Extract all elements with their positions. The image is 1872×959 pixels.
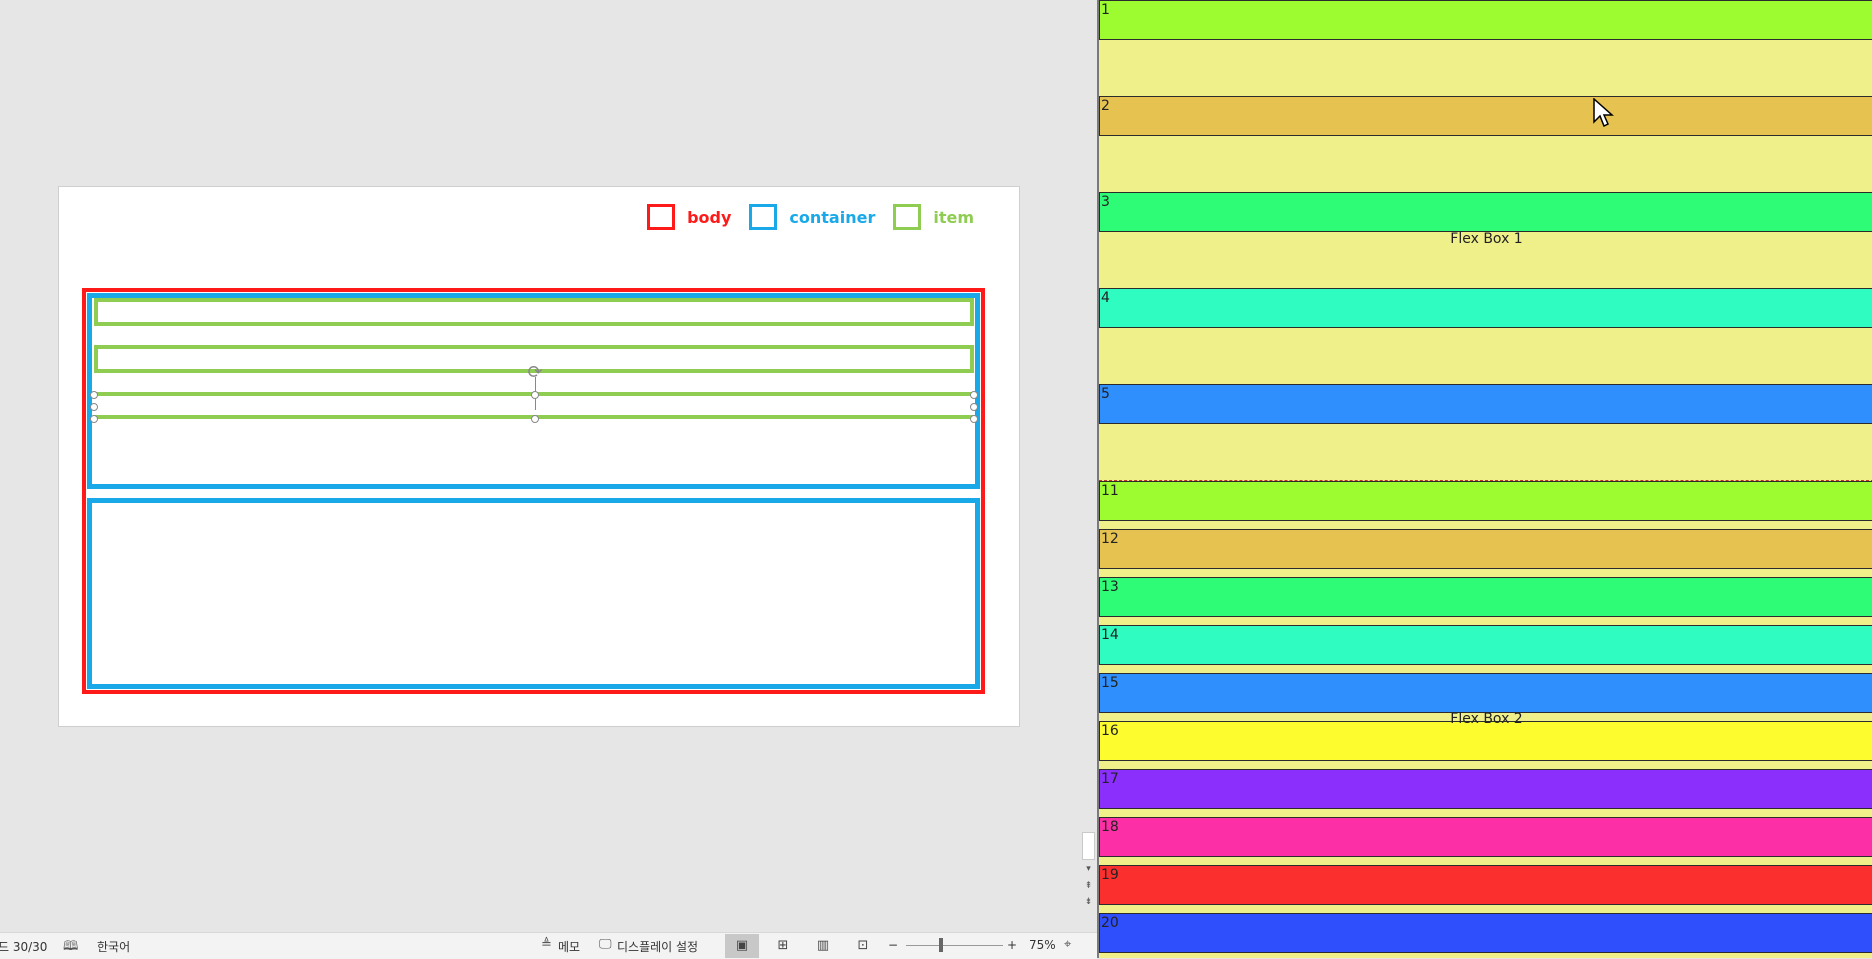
flex-item-15: 15 <box>1099 673 1872 713</box>
resize-handle-br[interactable] <box>970 415 978 423</box>
flex-box-1: 1 2 3 Flex Box 1 4 5 <box>1099 0 1872 481</box>
container-shape-1[interactable]: ⟳ <box>87 293 980 489</box>
notes-icon[interactable]: ≜ <box>541 937 552 952</box>
flex-item-17: 17 <box>1099 769 1872 809</box>
scrollbar-thumb[interactable] <box>1082 832 1095 860</box>
flex-item-number: 4 <box>1101 290 1110 306</box>
flex-box-2: 11 12 13 14 15 16 Flex Box 2 17 18 19 20 <box>1099 481 1872 958</box>
flex-item-number: 14 <box>1101 627 1119 643</box>
flex-item-3: 3 <box>1099 192 1872 232</box>
resize-handle-tl[interactable] <box>90 391 98 399</box>
resize-handle-mr[interactable] <box>970 403 978 411</box>
legend-label-container: container <box>789 207 876 227</box>
flex-item-number: 12 <box>1101 531 1119 547</box>
legend-swatch-body <box>647 204 676 230</box>
prev-slide-icon[interactable]: ⇞ <box>1080 878 1097 892</box>
flex-item-number: 20 <box>1101 915 1119 931</box>
flex-item-19: 19 <box>1099 865 1872 905</box>
flex-item-number: 19 <box>1101 867 1119 883</box>
flex-item-14: 14 <box>1099 625 1872 665</box>
reading-view-icon[interactable]: ▥ <box>806 934 840 958</box>
legend-swatch-container <box>749 204 778 230</box>
zoom-slider-track[interactable] <box>906 945 1003 946</box>
zoom-level[interactable]: 75% <box>1029 938 1056 952</box>
legend-label-body: body <box>687 207 732 227</box>
zoom-in-button[interactable]: + <box>1007 938 1017 952</box>
display-settings-icon[interactable]: 🖵 <box>599 937 612 952</box>
slide-sorter-view-icon[interactable]: ⊞ <box>766 934 800 958</box>
status-bar: 드 30/30 🕮 한국어 ≜ 메모 🖵 디스플레이 설정 ▣ ⊞ ▥ ⊡ − … <box>0 932 1097 959</box>
flex-item-4: 4 <box>1099 288 1872 328</box>
language-indicator[interactable]: 한국어 <box>97 938 130 955</box>
legend-item-container: container <box>749 204 875 230</box>
flex-item-number: 5 <box>1101 386 1110 402</box>
mouse-pointer-icon <box>1593 98 1614 128</box>
notes-button[interactable]: 메모 <box>558 938 580 955</box>
slide-canvas[interactable]: body container item ⟳ <box>59 187 1019 726</box>
flex-item-5: 5 <box>1099 384 1872 424</box>
vertical-scrollbar[interactable]: ▾ ⇞ ⇟ <box>1080 0 1097 930</box>
body-shape[interactable]: ⟳ <box>82 288 985 694</box>
flex-item-number: 3 <box>1101 194 1110 210</box>
resize-handle-tc[interactable] <box>531 391 539 399</box>
display-settings-button[interactable]: 디스플레이 설정 <box>617 938 698 955</box>
zoom-slider-thumb[interactable] <box>939 938 943 952</box>
legend-label-item: item <box>933 207 974 227</box>
fit-to-window-icon[interactable]: ⌖ <box>1064 937 1071 952</box>
flex-item-20: 20 <box>1099 913 1872 953</box>
resize-handle-tr[interactable] <box>970 391 978 399</box>
flex-item-18: 18 <box>1099 817 1872 857</box>
resize-handle-ml[interactable] <box>90 403 98 411</box>
legend-item-body: body <box>647 204 731 230</box>
resize-handle-bl[interactable] <box>90 415 98 423</box>
flex-item-16: 16 <box>1099 721 1872 761</box>
container-shape-2[interactable] <box>87 498 980 689</box>
slideshow-view-icon[interactable]: ⊡ <box>846 934 880 958</box>
normal-view-icon[interactable]: ▣ <box>725 934 759 958</box>
flex-item-11: 11 <box>1099 481 1872 521</box>
spellcheck-icon[interactable]: 🕮 <box>63 937 78 959</box>
flex-item-12: 12 <box>1099 529 1872 569</box>
zoom-out-button[interactable]: − <box>888 938 898 952</box>
legend-swatch-item <box>893 204 922 230</box>
rotate-handle-icon[interactable]: ⟳ <box>525 362 545 382</box>
flex-item-number: 17 <box>1101 771 1119 787</box>
slide-editor-pane: body container item ⟳ ▾ ⇞ ⇟ 드 30/30 🕮 한국… <box>0 0 1097 959</box>
flex-item-number: 2 <box>1101 98 1110 114</box>
legend-item-item: item <box>893 204 974 230</box>
flex-item-2: 2 <box>1099 96 1872 136</box>
flex-item-number: 11 <box>1101 483 1119 499</box>
scroll-down-icon[interactable]: ▾ <box>1080 861 1097 875</box>
flex-item-number: 18 <box>1101 819 1119 835</box>
flex-item-number: 13 <box>1101 579 1119 595</box>
next-slide-icon[interactable]: ⇟ <box>1080 894 1097 908</box>
flex-box-2-label: Flex Box 2 <box>1450 711 1523 727</box>
flex-item-number: 15 <box>1101 675 1119 691</box>
flex-item-13: 13 <box>1099 577 1872 617</box>
flex-item-1: 1 <box>1099 0 1872 40</box>
flex-item-number: 1 <box>1101 2 1110 18</box>
resize-handle-bc[interactable] <box>531 415 539 423</box>
legend: body container item <box>647 204 974 230</box>
flex-box-1-label: Flex Box 1 <box>1450 231 1523 247</box>
item-shape-1[interactable] <box>94 298 974 326</box>
slide-counter: 드 30/30 <box>0 940 48 954</box>
browser-preview-pane: 1 2 3 Flex Box 1 4 5 11 12 13 14 15 16 F… <box>1097 0 1872 958</box>
